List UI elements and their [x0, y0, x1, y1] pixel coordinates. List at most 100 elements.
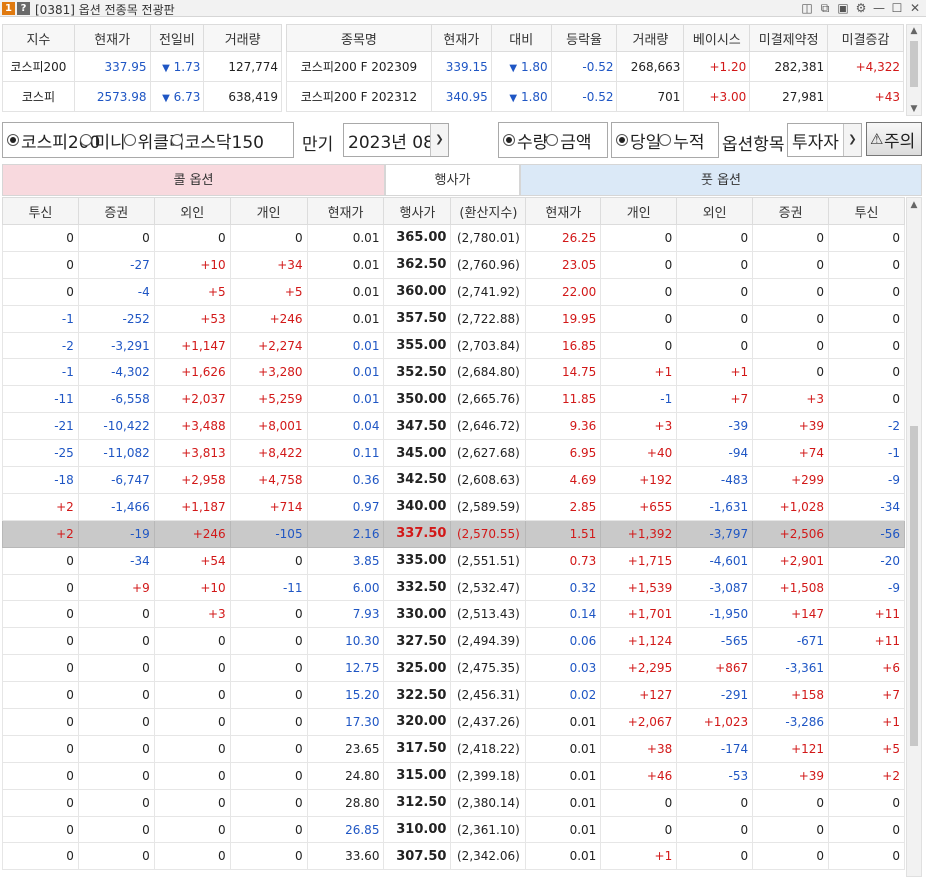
put-trust-cell: 0: [828, 815, 905, 844]
table-row[interactable]: -1 -252 +53 +246 0.01 357.50 (2,722.88) 19.95 0 0…: [2, 304, 905, 333]
strike-cell: 307.50: [383, 842, 452, 871]
call-securities-cell: -27: [77, 250, 155, 279]
table-row[interactable]: -2 -3,291 +1,147 +2,274 0.01 355.00 (2,703.84)…: [2, 331, 905, 360]
gear-icon[interactable]: ⚙: [854, 1, 868, 15]
converted-index-cell: (2,380.14): [450, 788, 527, 817]
period-option-today[interactable]: 당일: [616, 128, 661, 153]
column-header: 현재가: [306, 197, 385, 225]
table-row[interactable]: +2 -1,466 +1,187 +714 0.97 340.00 (2,589.59) 2.…: [2, 492, 905, 521]
column-header: 미결증감: [827, 24, 904, 52]
call-trust-cell: 0: [2, 815, 79, 844]
table-row[interactable]: -1 -4,302 +1,626 +3,280 0.01 352.50 (2,684.80)…: [2, 358, 905, 387]
close-icon[interactable]: ✕: [908, 1, 922, 15]
table-row[interactable]: 0 0 0 0 17.30 320.00 (2,437.26) 0.01 +2,067 +1,02…: [2, 708, 905, 736]
put-trust-cell: 0: [828, 358, 905, 387]
call-foreign-cell: +246: [153, 519, 231, 548]
converted-index-cell: (2,551.51): [450, 546, 527, 575]
call-foreign-cell: 0: [153, 708, 231, 736]
futures-name: 코스피200 F 202312: [286, 81, 432, 112]
table-row[interactable]: +2 -19 +246 -105 2.16 337.50 (2,570.55) 1.51 +1,…: [2, 519, 905, 548]
put-securities-cell: +158: [752, 681, 830, 710]
table-row[interactable]: 0 -27 +10 +34 0.01 362.50 (2,760.96) 23.05 0 0 0 0: [2, 250, 905, 279]
table-row[interactable]: 0 0 0 0 33.60 307.50 (2,342.06) 0.01 +1 0 0 0: [2, 842, 905, 871]
table-row[interactable]: 0 0 0 0 0.01 365.00 (2,780.01) 26.25 0 0 0 0: [2, 224, 905, 252]
summary-scrollbar[interactable]: ▲ ▼: [906, 24, 922, 116]
period-option-cumulative[interactable]: 누적: [659, 128, 705, 153]
market-option-kosdaq150[interactable]: 코스닥150: [170, 128, 264, 153]
minimize-icon[interactable]: —: [872, 1, 886, 15]
call-foreign-cell: +10: [153, 250, 231, 279]
put-trust-cell: 0: [828, 788, 905, 817]
table-row[interactable]: 0 0 0 0 28.80 312.50 (2,380.14) 0.01 0 0 0 0: [2, 788, 905, 817]
camera-icon[interactable]: ▣: [836, 1, 850, 15]
table-row[interactable]: 0 0 0 0 26.85 310.00 (2,361.10) 0.01 0 0 0 0: [2, 815, 905, 844]
table-row[interactable]: 0 0 0 0 10.30 327.50 (2,494.39) 0.06 +1,124 -565-…: [2, 627, 905, 656]
put-individual-cell: 0: [600, 250, 678, 279]
market-radio-group[interactable]: 코스피200 미니 위클리 코스닥150: [2, 122, 294, 158]
column-header: 투신: [828, 197, 905, 225]
table-row[interactable]: 0 0 0 0 12.75 325.00 (2,475.35) 0.03 +2,295 +867-…: [2, 654, 905, 683]
table-row[interactable]: -25 -11,082 +3,813 +8,422 0.11 345.00 (2,627.6…: [2, 439, 905, 468]
period-radio-group[interactable]: 당일 누적: [611, 122, 719, 158]
document-icon[interactable]: ◫: [800, 1, 814, 15]
call-price-cell: 17.30: [306, 708, 385, 736]
put-securities-cell: 0: [752, 224, 830, 252]
unit-option-amount[interactable]: 금액: [546, 128, 592, 153]
converted-index-cell: (2,722.88): [450, 304, 527, 333]
chevron-down-icon[interactable]: ❯: [843, 124, 861, 156]
table-row[interactable]: 코스피 2573.98 ▼ 6.73 638,419: [2, 81, 282, 112]
call-price-cell: 23.65: [306, 734, 385, 763]
call-foreign-cell: +2,037: [153, 385, 231, 414]
scroll-down-icon[interactable]: ▼: [907, 104, 921, 114]
unit-option-qty[interactable]: 수량: [503, 128, 548, 153]
unit-radio-group[interactable]: 수량 금액: [498, 122, 608, 158]
call-individual-cell: 0: [229, 654, 308, 683]
option-item-select[interactable]: 투자자 ❯: [787, 123, 862, 157]
table-row[interactable]: 0 -34 +54 0 3.85 335.00 (2,551.51) 0.73 +1,715 -4…: [2, 546, 905, 575]
table-row[interactable]: 코스피200 337.95 ▼ 1.73 127,774: [2, 51, 282, 82]
call-price-cell: 12.75: [306, 654, 385, 683]
badge-icon[interactable]: 1: [2, 2, 15, 15]
scroll-up-icon[interactable]: ▲: [907, 26, 921, 36]
index-name: 코스피200: [2, 51, 75, 82]
table-row[interactable]: 0 0 0 0 23.65 317.50 (2,418.22) 0.01 +38 -174 +121…: [2, 734, 905, 763]
table-row[interactable]: -11 -6,558 +2,037 +5,259 0.01 350.00 (2,665.76…: [2, 385, 905, 414]
call-foreign-cell: 0: [153, 761, 231, 790]
put-trust-cell: +1: [828, 708, 905, 736]
put-price-cell: 16.85: [525, 331, 602, 360]
warning-button[interactable]: ⚠ 주의: [866, 122, 922, 156]
table-row[interactable]: -21 -10,422 +3,488 +8,001 0.04 347.50 (2,646.7…: [2, 412, 905, 441]
column-header: 전일비: [149, 24, 205, 52]
put-foreign-cell: -53: [676, 761, 754, 790]
column-header: 투신: [2, 197, 79, 225]
help-icon[interactable]: ?: [17, 2, 30, 15]
table-row[interactable]: 0 +9 +10 -11 6.00 332.50 (2,532.47) 0.32 +1,539-…: [2, 573, 905, 602]
expiry-value: 2023년 08: [348, 132, 430, 153]
board-scrollbar[interactable]: ▲: [906, 197, 922, 877]
table-row[interactable]: 0 0 +3 0 7.93 330.00 (2,513.43) 0.14 +1,701 -1,95…: [2, 600, 905, 629]
call-trust-cell: 0: [2, 654, 79, 683]
scroll-thumb[interactable]: [910, 426, 918, 746]
table-row[interactable]: 0 -4 +5 +5 0.01 360.00 (2,741.92) 22.00 0 0 0 0: [2, 277, 905, 306]
put-individual-cell: +1,715: [600, 546, 678, 575]
table-row[interactable]: 코스피200 F 202312 340.95 ▼ 1.80 -0.52 701 …: [286, 81, 904, 112]
maximize-icon[interactable]: ☐: [890, 1, 904, 15]
put-securities-cell: +2,901: [752, 546, 830, 575]
scroll-thumb[interactable]: [910, 41, 918, 87]
table-row[interactable]: -18 -6,747 +2,958 +4,758 0.36 342.50 (2,608.63…: [2, 466, 905, 494]
expiry-select[interactable]: 2023년 08 ❯: [343, 123, 449, 157]
column-header: 거래량: [616, 24, 685, 52]
table-row[interactable]: 0 0 0 0 24.80 315.00 (2,399.18) 0.01 +46 -53 +39 +2: [2, 761, 905, 790]
market-option-mini[interactable]: 미니: [80, 128, 126, 153]
futures-rate: -0.52: [550, 81, 618, 112]
table-row[interactable]: 코스피200 F 202309 339.15 ▼ 1.80 -0.52 268,…: [286, 51, 904, 82]
table-row[interactable]: 0 0 0 0 15.20 322.50 (2,456.31) 0.02 +127 -291 +15…: [2, 681, 905, 710]
chevron-down-icon[interactable]: ❯: [430, 124, 448, 156]
scroll-up-icon[interactable]: ▲: [907, 200, 921, 210]
put-foreign-cell: +867: [676, 654, 754, 683]
call-securities-cell: -34: [77, 546, 155, 575]
converted-index-cell: (2,570.55): [450, 519, 527, 548]
strike-cell: 355.00: [383, 331, 452, 360]
copy-icon[interactable]: ⧉: [818, 1, 832, 15]
put-individual-cell: +1,701: [600, 600, 678, 629]
